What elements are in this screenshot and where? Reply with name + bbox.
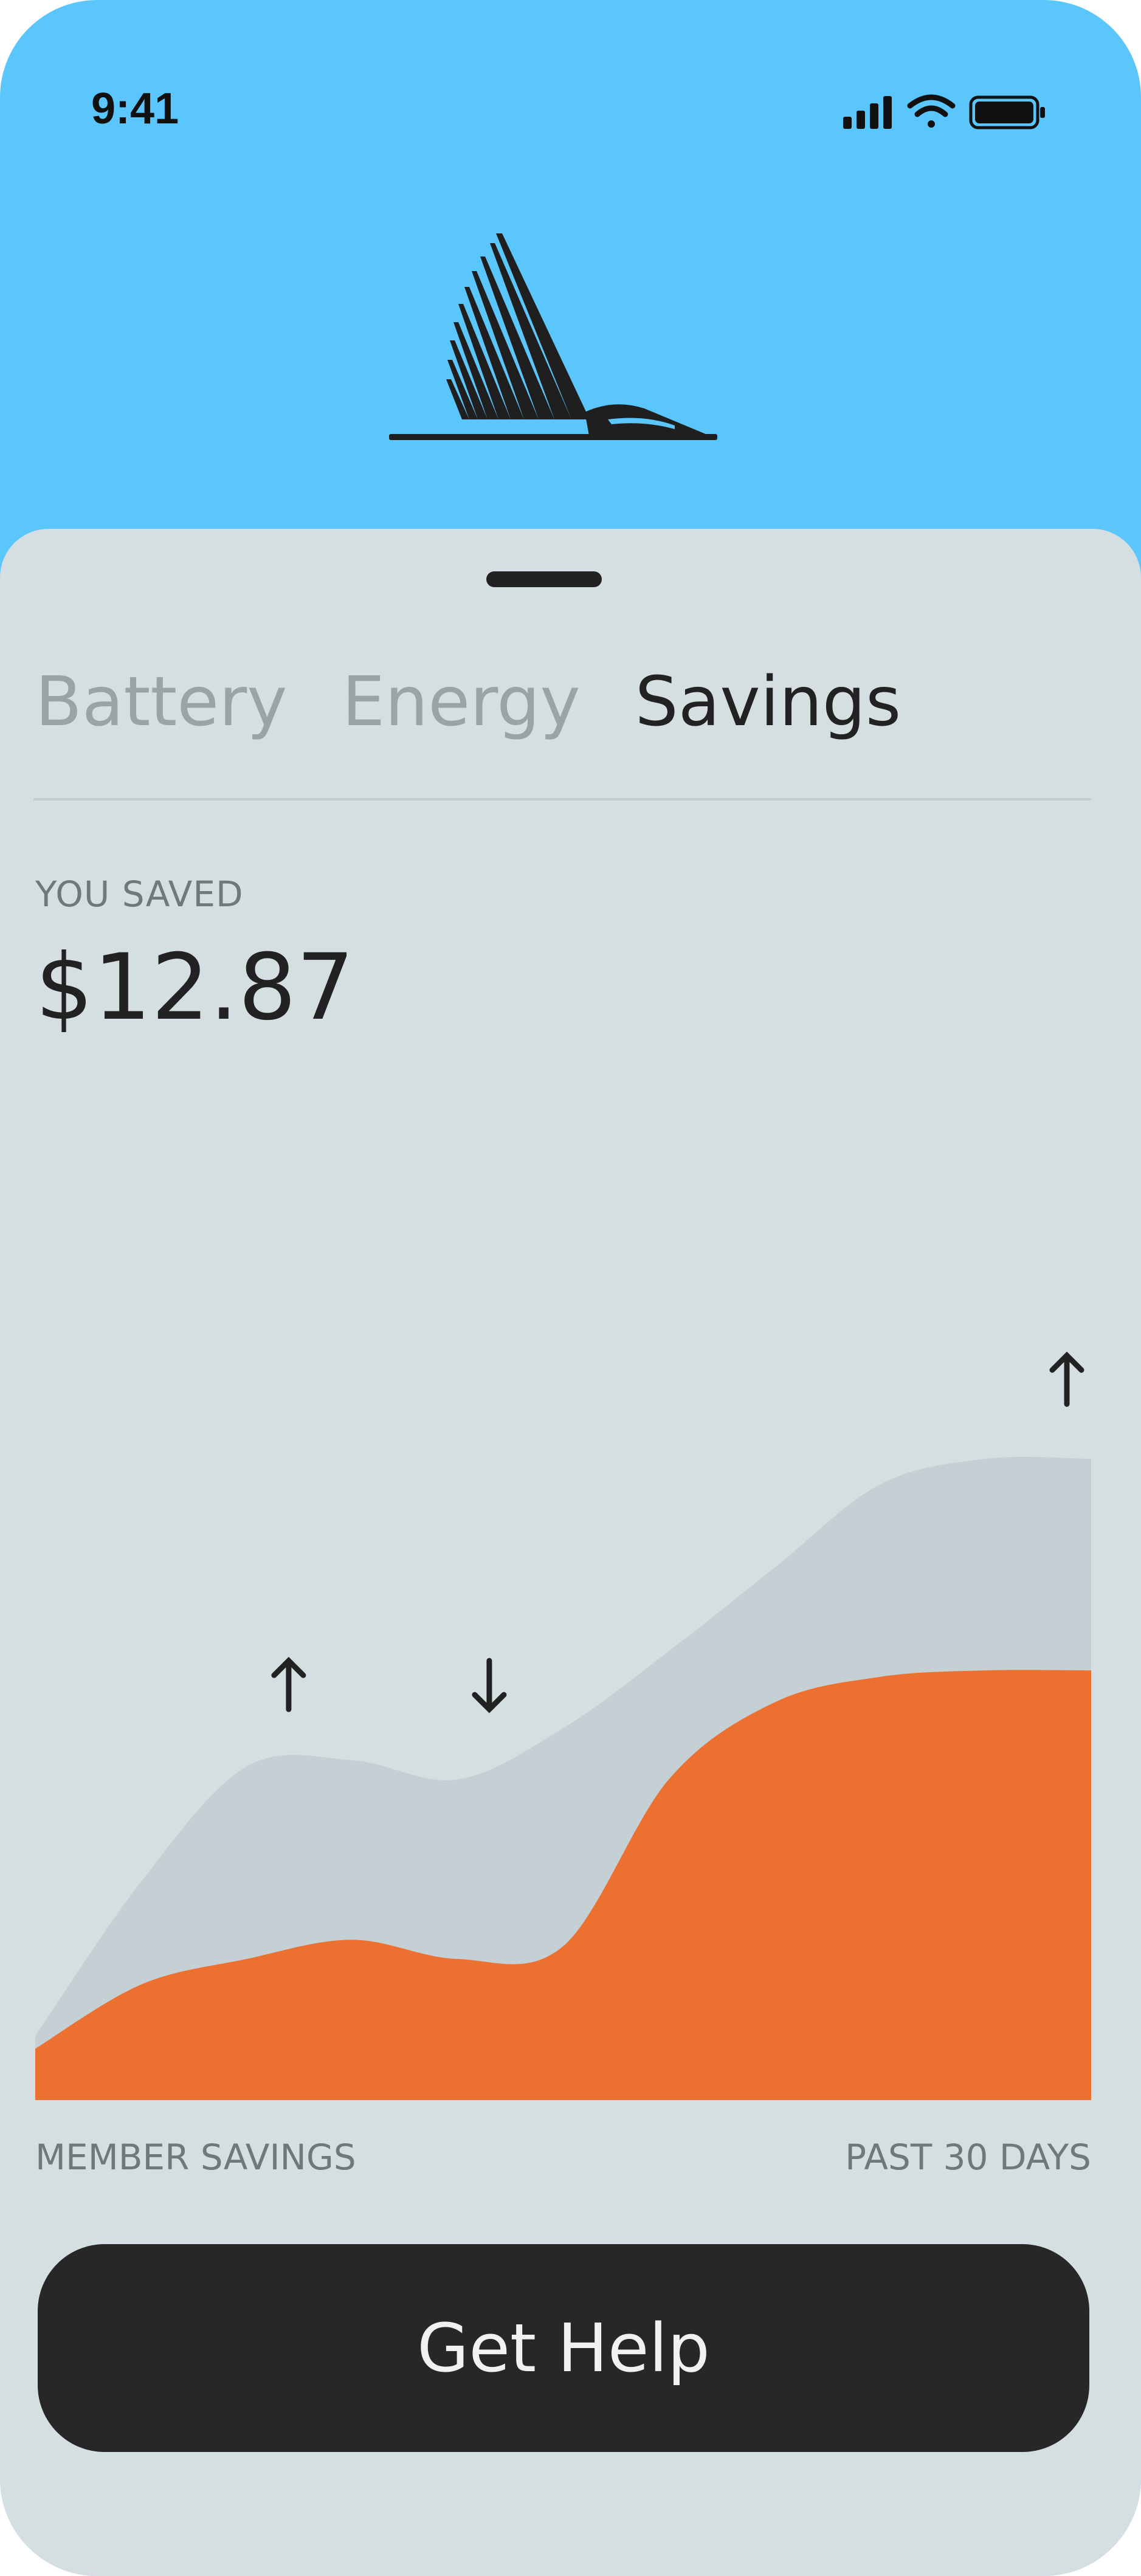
period-label: PAST 30 DAYS [845, 2137, 1091, 2178]
arrow-up-icon [1049, 1351, 1084, 1407]
get-help-button[interactable]: Get Help [38, 2244, 1089, 2452]
bird-wing-logo [389, 233, 717, 440]
member-savings-label: MEMBER SAVINGS [35, 2137, 356, 2178]
arrow-down-icon [472, 1658, 507, 1713]
phone-screen: 9:41 Battery Energy Savings YOU SAVED $1… [0, 0, 1141, 2576]
battery-icon [969, 95, 1045, 129]
cellular-signal-icon [843, 96, 892, 129]
status-icons [843, 91, 1050, 137]
arrow-up-icon [271, 1656, 306, 1712]
status-bar: 9:41 [0, 0, 1141, 133]
savings-sheet: Battery Energy Savings YOU SAVED $12.87 … [0, 529, 1141, 2576]
status-time: 9:41 [91, 84, 179, 133]
wifi-icon [907, 94, 956, 128]
